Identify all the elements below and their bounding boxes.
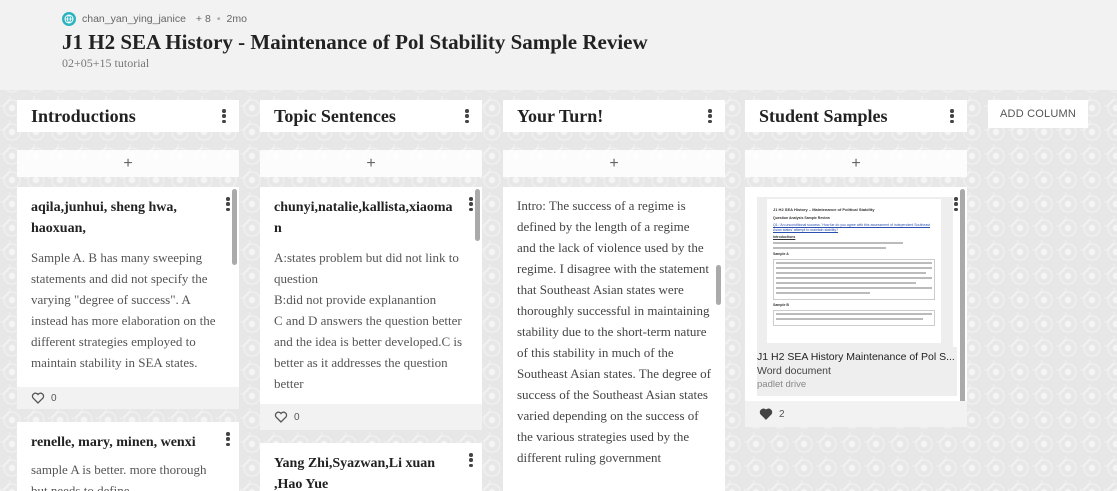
like-count: 0 bbox=[51, 392, 57, 404]
board-header: chan_yan_ying_janice + 8 • 2mo J1 H2 SEA… bbox=[0, 0, 1117, 90]
heart-icon[interactable] bbox=[31, 392, 45, 404]
post-card[interactable]: Yang Zhi,Syazwan,Li xuan ,Hao Yue bbox=[260, 443, 482, 491]
post-title: aqila,junhui, sheng hwa, haoxuan, bbox=[31, 200, 177, 236]
author-name[interactable]: chan_yan_ying_janice bbox=[82, 13, 186, 25]
column-title: Introductions bbox=[31, 105, 136, 126]
document-preview[interactable]: J1 H2 SEA History – Maintenance of Polit… bbox=[767, 199, 941, 343]
like-count: 2 bbox=[779, 408, 785, 420]
column-menu-icon[interactable] bbox=[462, 107, 472, 125]
column-header: Student Samples bbox=[745, 100, 967, 132]
attachment-source: padlet drive bbox=[757, 379, 807, 390]
add-post-button[interactable]: + bbox=[17, 150, 239, 177]
doc-subheading: Question Analysis Sample Review bbox=[773, 216, 830, 220]
board-meta: chan_yan_ying_janice + 8 • 2mo bbox=[62, 12, 247, 26]
doc-sample-box bbox=[773, 259, 935, 300]
separator-dot: • bbox=[216, 13, 221, 25]
add-post-button[interactable]: + bbox=[503, 150, 725, 177]
post-footer: 0 bbox=[17, 387, 239, 409]
add-post-button[interactable]: + bbox=[260, 150, 482, 177]
post-scrollbar[interactable] bbox=[232, 189, 237, 265]
post-card[interactable]: aqila,junhui, sheng hwa, haoxuan, Sample… bbox=[17, 187, 239, 409]
collaborator-count[interactable]: + 8 bbox=[196, 13, 211, 25]
attachment-type: Word document bbox=[757, 365, 831, 377]
column-menu-icon[interactable] bbox=[947, 107, 957, 125]
doc-heading: J1 H2 SEA History – Maintenance of Polit… bbox=[773, 207, 875, 212]
post-title: renelle, mary, minen, wenxi bbox=[31, 435, 196, 450]
column-header: Topic Sentences bbox=[260, 100, 482, 132]
doc-sample-b: Sample B bbox=[773, 303, 789, 307]
post-body: Sample A. B has many sweeping statements… bbox=[31, 250, 216, 370]
doc-section: Introductions bbox=[773, 235, 796, 239]
column-student-samples: Student Samples + bbox=[745, 100, 967, 177]
post-title: chunyi,natalie,kallista,xiaoman bbox=[274, 200, 453, 236]
doc-sample-box bbox=[773, 310, 935, 326]
column-header: Introductions bbox=[17, 100, 239, 132]
like-count: 0 bbox=[294, 411, 300, 423]
post-card[interactable]: Intro: The success of a regime is define… bbox=[503, 187, 725, 491]
column-menu-icon[interactable] bbox=[705, 107, 715, 125]
post-title: Yang Zhi,Syazwan,Li xuan ,Hao Yue bbox=[274, 456, 436, 491]
attachment-title: J1 H2 SEA History Maintenance of Pol S..… bbox=[757, 351, 955, 363]
post-scrollbar[interactable] bbox=[960, 189, 965, 405]
post-footer: 2 bbox=[745, 401, 967, 427]
post-body: Intro: The success of a regime is define… bbox=[517, 198, 711, 465]
post-scrollbar[interactable] bbox=[475, 189, 480, 241]
doc-sample-a: Sample A bbox=[773, 252, 789, 256]
doc-question: Q1: 'An unconditional success.' How far … bbox=[773, 223, 930, 232]
column-title: Student Samples bbox=[759, 105, 888, 126]
column-your-turn: Your Turn! + bbox=[503, 100, 725, 177]
board-title: J1 H2 SEA History - Maintenance of Pol S… bbox=[62, 30, 648, 54]
avatar[interactable] bbox=[62, 12, 76, 26]
attachment-info[interactable]: J1 H2 SEA History Maintenance of Pol S..… bbox=[757, 347, 957, 396]
post-menu-icon[interactable] bbox=[223, 430, 233, 448]
board-age: 2mo bbox=[226, 13, 247, 25]
add-column-button[interactable]: ADD COLUMN bbox=[988, 100, 1088, 128]
doc-line bbox=[773, 242, 903, 244]
column-introductions: Introductions + bbox=[17, 100, 239, 177]
post-card[interactable]: chunyi,natalie,kallista,xiaoman A:states… bbox=[260, 187, 482, 430]
heart-icon[interactable] bbox=[274, 411, 288, 423]
heart-filled-icon[interactable] bbox=[759, 408, 773, 420]
doc-line bbox=[773, 247, 887, 249]
post-card[interactable]: renelle, mary, minen, wenxi sample A is … bbox=[17, 422, 239, 491]
post-card[interactable]: J1 H2 SEA History – Maintenance of Polit… bbox=[745, 187, 967, 427]
post-body: sample A is better. more thorough but ne… bbox=[31, 462, 207, 491]
add-post-button[interactable]: + bbox=[745, 150, 967, 177]
post-scrollbar[interactable] bbox=[716, 265, 721, 305]
post-footer: 0 bbox=[260, 404, 482, 430]
column-topic-sentences: Topic Sentences + bbox=[260, 100, 482, 177]
post-body: A:states problem but did not link to que… bbox=[274, 250, 463, 391]
post-menu-icon[interactable] bbox=[466, 451, 476, 469]
column-title: Your Turn! bbox=[517, 105, 604, 126]
column-title: Topic Sentences bbox=[274, 105, 396, 126]
column-menu-icon[interactable] bbox=[219, 107, 229, 125]
board-subtitle: 02+05+15 tutorial bbox=[62, 56, 150, 70]
column-header: Your Turn! bbox=[503, 100, 725, 132]
globe-icon bbox=[64, 14, 74, 24]
